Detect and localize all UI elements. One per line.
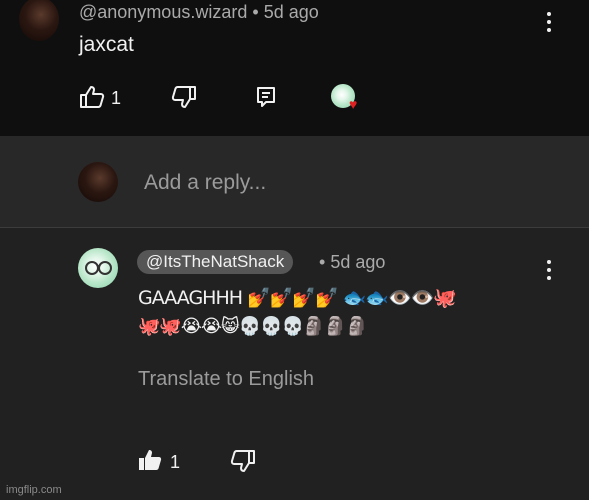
meta-separator: • — [319, 252, 326, 272]
reply-icon[interactable] — [256, 86, 276, 108]
commenter-avatar[interactable] — [19, 0, 59, 41]
reply-meta: • 5d ago — [319, 252, 385, 273]
comment-meta: @anonymous.wizard • 5d ago — [79, 2, 319, 23]
comment-age[interactable]: 5d ago — [264, 2, 319, 22]
reply-input[interactable]: Add a reply... — [144, 171, 266, 195]
reply-text-line-2: 🐙🐙😭😭😸💀💀💀🗿🗿🗿 — [138, 316, 368, 337]
comment-thread: @anonymous.wizard • 5d ago jaxcat 1 ♥ — [0, 0, 589, 136]
reply-author-avatar[interactable] — [78, 248, 118, 288]
reply-like-count: 1 — [170, 452, 181, 472]
translate-link[interactable]: Translate to English — [138, 368, 314, 391]
more-options-icon[interactable] — [546, 12, 552, 32]
comment-text: jaxcat — [79, 33, 134, 56]
reply-age[interactable]: 5d ago — [330, 252, 385, 272]
heart-icon: ♥ — [349, 96, 358, 112]
reply-text-line-1: GAAAGHHH 💅💅💅💅 🐟🐟👁️👁️🐙 — [138, 287, 457, 309]
comment-author[interactable]: @anonymous.wizard — [79, 2, 247, 22]
watermark: imgflip.com — [6, 484, 62, 496]
thumbs-down-icon[interactable] — [171, 85, 197, 109]
meta-separator: • — [252, 2, 259, 22]
like-count: 1 — [111, 88, 122, 108]
reply-thumbs-down-icon[interactable] — [230, 449, 256, 473]
user-avatar — [78, 162, 118, 202]
reply-more-options-icon[interactable] — [546, 260, 552, 280]
glasses-icon — [85, 261, 112, 275]
divider — [0, 227, 589, 228]
thumbs-up-filled-icon[interactable] — [138, 449, 162, 471]
thumbs-up-icon[interactable] — [79, 85, 105, 109]
reply-author-handle[interactable]: @ItsTheNatShack — [137, 250, 294, 274]
